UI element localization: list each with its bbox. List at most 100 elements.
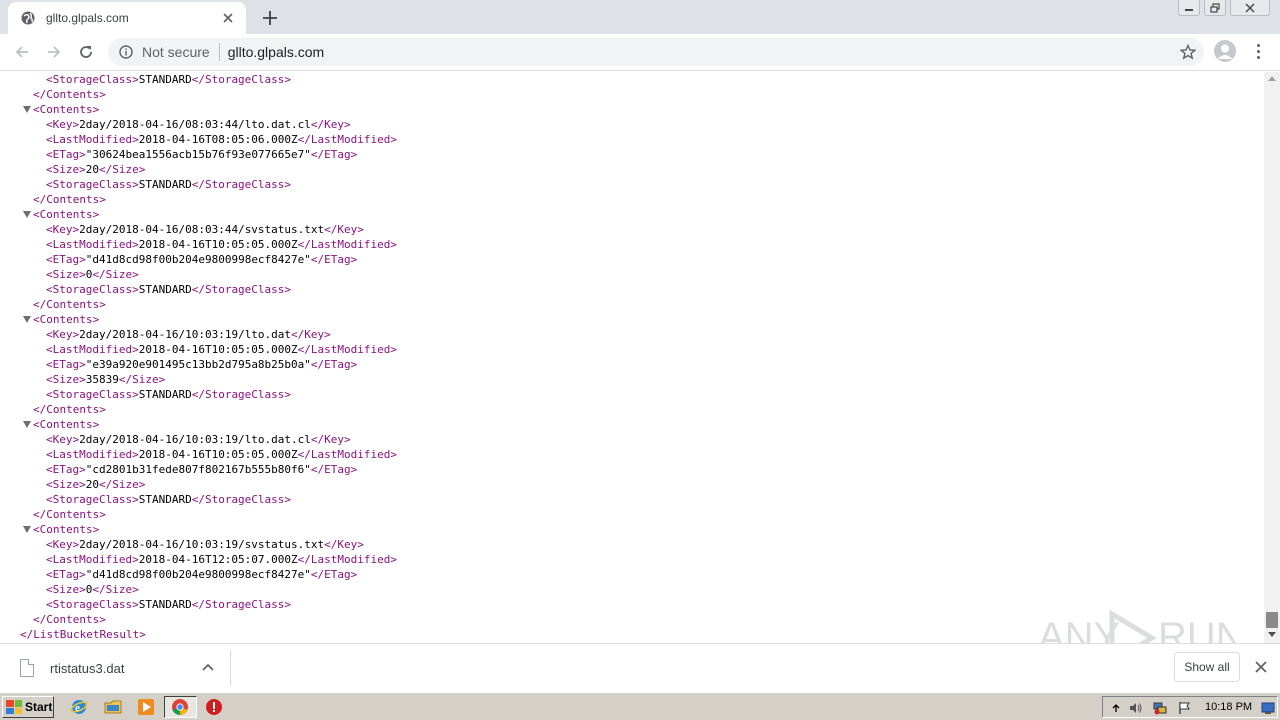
download-item[interactable]: rtistatus3.dat	[10, 650, 228, 686]
xml-open-tag: <Key>	[46, 118, 80, 131]
collapse-triangle-icon[interactable]	[23, 211, 31, 218]
user-icon[interactable]	[1214, 40, 1236, 62]
scroll-down-icon[interactable]	[1268, 632, 1276, 637]
address-separator	[218, 43, 220, 61]
xml-close-tag: </StorageClass>	[191, 388, 292, 401]
xml-line: </Contents>	[0, 87, 1264, 102]
stop-icon[interactable]	[205, 698, 223, 716]
collapse-triangle-icon[interactable]	[23, 106, 31, 113]
xml-close-tag: </LastModified>	[297, 553, 398, 566]
collapse-triangle-icon[interactable]	[23, 316, 31, 323]
xml-text-value: 2day/2018-04-16/10:03:19/lto.dat.cl	[79, 433, 311, 446]
svg-text:e: e	[75, 702, 80, 714]
xml-text-value: STANDARD	[138, 283, 192, 296]
xml-line: <Size>20</Size>	[0, 162, 1264, 177]
xml-line: <Size>0</Size>	[0, 582, 1264, 597]
folder-icon[interactable]	[104, 698, 122, 716]
flag-icon[interactable]	[1177, 701, 1191, 715]
xml-close-tag: </ETag>	[310, 148, 358, 161]
volume-icon[interactable]	[1129, 701, 1143, 715]
network-icon[interactable]	[1153, 701, 1167, 715]
xml-line: <Key>2day/2018-04-16/10:03:19/lto.dat.cl…	[0, 432, 1264, 447]
show-all-button[interactable]: Show all	[1174, 652, 1240, 682]
xml-line: <ETag>"d41d8cd98f00b204e9800998ecf8427e"…	[0, 252, 1264, 267]
window-controls	[1178, 0, 1270, 16]
xml-open-tag: <StorageClass>	[46, 73, 139, 86]
collapse-triangle-icon[interactable]	[23, 526, 31, 533]
window-close-button[interactable]	[1230, 0, 1270, 16]
windows-taskbar: Start e 10:18 PM	[0, 692, 1280, 720]
xml-line: <LastModified>2018-04-16T12:05:07.000Z</…	[0, 552, 1264, 567]
vertical-scrollbar[interactable]	[1264, 72, 1280, 643]
restore-button[interactable]	[1204, 0, 1226, 16]
xml-close-tag: </ETag>	[310, 253, 358, 266]
xml-tree: <StorageClass>STANDARD</StorageClass> </C…	[0, 72, 1264, 642]
star-icon[interactable]	[1179, 43, 1197, 60]
address-url[interactable]: gllto.glpals.com	[228, 44, 325, 60]
xml-open-tag: <LastModified>	[46, 553, 139, 566]
file-icon	[20, 659, 34, 677]
xml-close-tag: </LastModified>	[297, 238, 398, 251]
xml-text-value: "d41d8cd98f00b204e9800998ecf8427e"	[85, 253, 311, 266]
collapse-triangle-icon[interactable]	[23, 421, 31, 428]
xml-text-value: 2day/2018-04-16/10:03:19/lto.dat	[79, 328, 292, 341]
xml-open-tag: <Size>	[46, 478, 86, 491]
xml-line: <Key>2day/2018-04-16/08:03:44/svstatus.t…	[0, 222, 1264, 237]
xml-text-value: 2day/2018-04-16/10:03:19/svstatus.txt	[79, 538, 325, 551]
scrollbar-thumb[interactable]	[1266, 612, 1278, 628]
xml-open-tag: <StorageClass>	[46, 283, 139, 296]
arrow-left-icon	[15, 46, 28, 58]
xml-line: <StorageClass>STANDARD</StorageClass>	[0, 492, 1264, 507]
address-bar[interactable]: Not secure gllto.glpals.com	[108, 38, 1204, 66]
close-icon[interactable]	[1254, 660, 1270, 676]
xml-text-value: STANDARD	[138, 598, 192, 611]
forward-button[interactable]	[40, 38, 68, 66]
new-tab-button[interactable]	[258, 6, 282, 30]
xml-close-tag: </LastModified>	[297, 133, 398, 146]
xml-close-tag: </StorageClass>	[191, 598, 292, 611]
show-desktop-icon[interactable]	[1261, 701, 1275, 715]
xml-open-tag: <LastModified>	[46, 448, 139, 461]
xml-line: <Contents>	[0, 312, 1264, 327]
xml-open-tag: <StorageClass>	[46, 598, 139, 611]
reload-button[interactable]	[72, 38, 100, 66]
xml-open-tag: </Contents>	[33, 298, 106, 311]
xml-text-value: 20	[85, 163, 99, 176]
reload-icon	[80, 46, 92, 58]
minimize-icon	[1185, 8, 1193, 11]
browser-tab[interactable]: gllto.glpals.com	[8, 2, 246, 34]
xml-open-tag: <StorageClass>	[46, 178, 139, 191]
xml-close-tag: </ETag>	[310, 358, 358, 371]
xml-open-tag: <Contents>	[33, 418, 100, 431]
xml-line: </Contents>	[0, 192, 1264, 207]
taskbar-clock[interactable]: 10:18 PM	[1205, 701, 1252, 713]
xml-close-tag: </ETag>	[310, 463, 358, 476]
scroll-up-icon[interactable]	[1268, 76, 1276, 81]
xml-open-tag: <LastModified>	[46, 343, 139, 356]
xml-line: <StorageClass>STANDARD</StorageClass>	[0, 72, 1264, 87]
internet-explorer-icon[interactable]: e	[70, 698, 88, 716]
xml-close-tag: </Size>	[99, 163, 146, 176]
download-file-name: rtistatus3.dat	[50, 660, 125, 676]
close-icon[interactable]	[220, 10, 236, 26]
info-icon[interactable]	[118, 44, 134, 60]
xml-line: <Key>2day/2018-04-16/10:03:19/lto.dat</K…	[0, 327, 1264, 342]
xml-open-tag: <Size>	[46, 163, 86, 176]
more-vertical-icon[interactable]	[1250, 42, 1266, 60]
globe-icon	[20, 10, 36, 26]
start-button[interactable]: Start	[2, 696, 54, 718]
xml-text-value: 2018-04-16T10:05:05.000Z	[138, 238, 298, 251]
xml-open-tag: <ETag>	[46, 253, 86, 266]
chrome-icon[interactable]	[171, 698, 189, 716]
media-player-icon[interactable]	[137, 698, 155, 716]
back-button[interactable]	[8, 38, 36, 66]
chevron-up-icon[interactable]	[200, 660, 216, 676]
chevron-up-icon[interactable]	[1109, 701, 1123, 715]
xml-close-tag: </Key>	[324, 223, 364, 236]
arrow-right-icon	[48, 46, 61, 58]
xml-text-value: "30624bea1556acb15b76f93e077665e7"	[85, 148, 311, 161]
xml-line: <LastModified>2018-04-16T10:05:05.000Z</…	[0, 237, 1264, 252]
minimize-button[interactable]	[1178, 0, 1200, 16]
xml-close-tag: </StorageClass>	[191, 283, 292, 296]
xml-close-tag: </Key>	[310, 118, 351, 131]
